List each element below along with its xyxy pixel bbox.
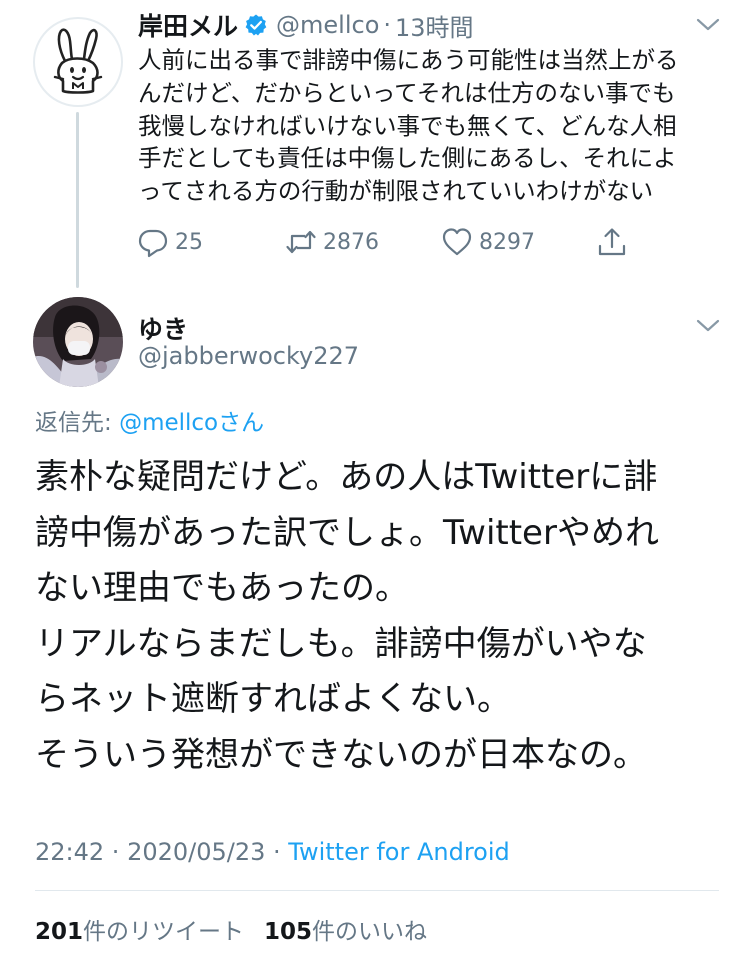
portrait-avatar-icon [33, 297, 123, 387]
retweet-label: 件のリツイート [83, 919, 245, 945]
tweet-time: 22:42 [35, 838, 105, 866]
replying-to: 返信先: @mellcoさん [35, 403, 264, 437]
replying-mention-link[interactable]: @mellco [119, 410, 218, 436]
chevron-down-icon[interactable] [695, 17, 721, 33]
meta-separator: · [104, 838, 128, 866]
retweet-button[interactable]: 2876 [285, 224, 379, 260]
parent-author-name[interactable]: 岸田メル [138, 7, 238, 43]
parent-tweet-text: 人前に出る事で誹謗中傷にあう可能性は当然上がる んだけど、だからといってそれは仕… [138, 44, 738, 208]
replying-prefix: 返信先: [35, 410, 120, 436]
share-button[interactable] [596, 224, 628, 260]
like-label: 件のいいね [312, 919, 428, 945]
like-icon [442, 228, 472, 256]
likes-stat[interactable]: 105件のいいね [264, 912, 427, 946]
parent-author-handle[interactable]: @mellco [276, 11, 379, 39]
thread-connector-line [76, 112, 79, 288]
main-tweet-text: 素朴な疑問だけど。あの人はTwitterに誹 謗中傷があった訳でしょ。Twitt… [35, 450, 735, 783]
reply-button[interactable]: 25 [137, 224, 203, 260]
retweet-icon [286, 230, 316, 254]
tweet-source-link[interactable]: Twitter for Android [288, 838, 509, 866]
retweet-total: 201 [35, 919, 84, 945]
tweet-stats: 201件のリツイート 105件のいいね [35, 912, 427, 946]
reply-icon [138, 229, 168, 258]
like-button[interactable]: 8297 [441, 224, 535, 260]
tweet-metadata: 22:42 · 2020/05/23 · Twitter for Android [35, 838, 510, 866]
text-line: んだけど、だからといってそれは仕方のない事でも [138, 78, 676, 107]
like-count: 8297 [479, 229, 535, 255]
text-line: リアルならまだしも。誹謗中傷がいやな [35, 623, 647, 664]
parent-tweet-header: 岸田メル @mellco · 13時間 [138, 8, 474, 42]
chevron-down-icon[interactable] [695, 318, 721, 334]
text-line: 素朴な疑問だけど。あの人はTwitterに誹 [35, 457, 658, 497]
rabbit-avatar-icon [53, 28, 103, 94]
meta-separator: · [265, 838, 289, 866]
share-icon [598, 228, 626, 256]
retweet-count: 2876 [323, 229, 379, 255]
verified-badge-icon [245, 14, 267, 36]
text-line: ってされる方の行動が制限されていいわけがない [138, 177, 654, 206]
like-total: 105 [264, 919, 313, 945]
text-line: 手だとしても責任は中傷した側にあるし、それによ [138, 144, 677, 173]
text-line: 我慢しなければいけない事でも無くて、どんな人相 [138, 111, 677, 140]
replying-suffix: さん [218, 410, 265, 436]
text-line: 人前に出る事で誹謗中傷にあう可能性は当然上がる [138, 46, 679, 74]
divider [35, 890, 719, 891]
text-line: そういう発想ができないのが日本なの。 [35, 734, 647, 775]
main-author-name[interactable]: ゆき [138, 310, 188, 346]
reply-count: 25 [175, 229, 203, 255]
header-separator: · [383, 11, 392, 39]
parent-tweet-time[interactable]: 13時間 [395, 8, 474, 43]
main-author-handle[interactable]: @jabberwocky227 [138, 342, 359, 370]
parent-author-avatar[interactable] [33, 17, 123, 107]
text-line: らネット遮断すればよくない。 [35, 679, 511, 719]
text-line: ない理由でもあったの。 [35, 568, 409, 608]
tweet-date: 2020/05/23 [127, 838, 266, 866]
retweets-stat[interactable]: 201件のリツイート [35, 912, 244, 946]
text-line: 謗中傷があった訳でしょ。Twitterやめれ [35, 512, 659, 553]
main-author-avatar[interactable] [33, 297, 123, 387]
